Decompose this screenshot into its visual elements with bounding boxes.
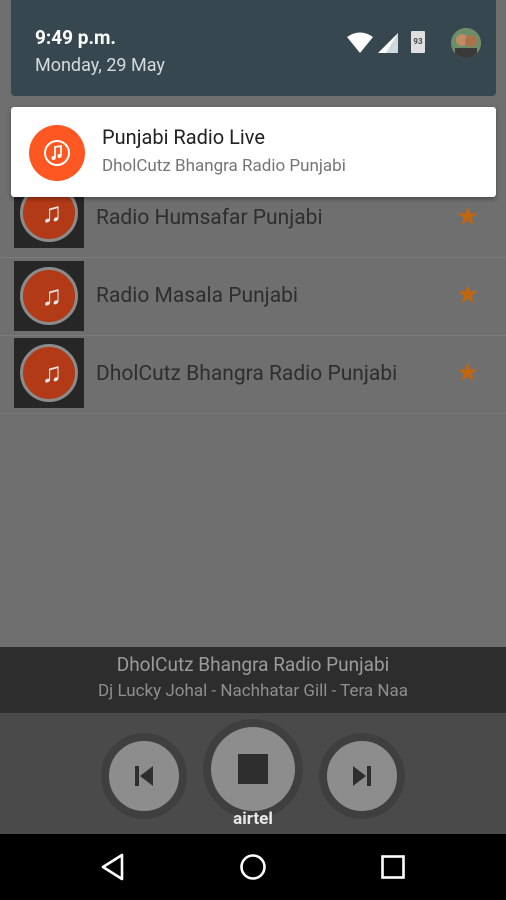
carrier-label: airtel bbox=[233, 809, 273, 829]
station-name: DholCutz Bhangra Radio Punjabi bbox=[96, 362, 398, 386]
notification-text: DholCutz Bhangra Radio Punjabi bbox=[102, 156, 346, 176]
notification-shade-header: 9:49 p.m. Monday, 29 May 93 bbox=[11, 0, 496, 96]
media-notification[interactable]: Punjabi Radio Live DholCutz Bhangra Radi… bbox=[11, 107, 496, 197]
station-name: Radio Humsafar Punjabi bbox=[96, 206, 323, 230]
battery-level: 93 bbox=[413, 37, 423, 46]
notification-app-icon bbox=[29, 125, 85, 181]
station-logo: ♫ bbox=[14, 338, 84, 408]
station-row[interactable]: ♫ Radio Masala Punjabi ★ bbox=[0, 258, 506, 336]
home-icon bbox=[240, 854, 266, 880]
notification-title: Punjabi Radio Live bbox=[102, 125, 265, 149]
station-name: Radio Masala Punjabi bbox=[96, 284, 299, 308]
music-note-icon: ♫ bbox=[41, 356, 63, 389]
now-playing-bar: DholCutz Bhangra Radio Punjabi Dj Lucky … bbox=[0, 647, 506, 713]
back-icon bbox=[101, 853, 124, 881]
previous-icon bbox=[109, 741, 179, 811]
clock: 9:49 p.m. bbox=[35, 26, 116, 49]
station-row[interactable]: ♫ DholCutz Bhangra Radio Punjabi ★ bbox=[0, 336, 506, 414]
status-icons: 93 bbox=[347, 28, 487, 58]
user-avatar[interactable] bbox=[451, 28, 481, 58]
back-button[interactable] bbox=[73, 834, 153, 900]
navigation-bar bbox=[0, 834, 506, 900]
music-note-icon: ♫ bbox=[41, 279, 63, 312]
recents-button[interactable] bbox=[353, 834, 433, 900]
date[interactable]: Monday, 29 May bbox=[35, 55, 165, 76]
stop-button[interactable] bbox=[203, 719, 303, 819]
station-logo: ♫ bbox=[14, 261, 84, 331]
stop-icon bbox=[211, 727, 295, 811]
home-button[interactable] bbox=[213, 834, 293, 900]
previous-button[interactable] bbox=[101, 733, 187, 819]
music-note-icon bbox=[44, 140, 70, 166]
next-icon bbox=[327, 741, 397, 811]
favorite-star-icon[interactable]: ★ bbox=[456, 358, 479, 388]
favorite-star-icon[interactable]: ★ bbox=[456, 202, 479, 232]
recents-icon bbox=[381, 855, 405, 879]
wifi-icon bbox=[347, 32, 373, 53]
now-playing-station: DholCutz Bhangra Radio Punjabi bbox=[116, 653, 390, 676]
battery-icon: 93 bbox=[411, 31, 425, 53]
now-playing-track: Dj Lucky Johal - Nachhatar Gill - Tera N… bbox=[98, 681, 408, 701]
favorite-star-icon[interactable]: ★ bbox=[456, 280, 479, 310]
cell-signal-icon bbox=[378, 33, 398, 53]
next-button[interactable] bbox=[319, 733, 405, 819]
